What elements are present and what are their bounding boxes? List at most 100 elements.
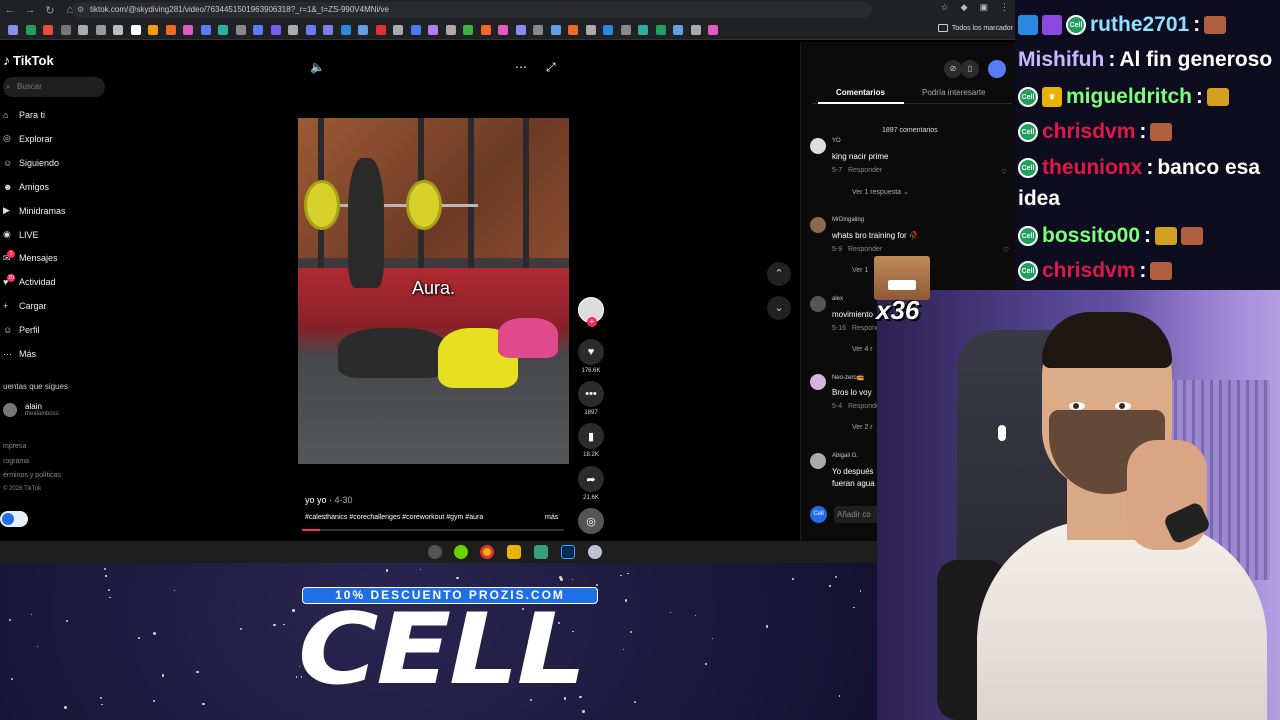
bookmark-favicon-icon[interactable] — [305, 25, 316, 35]
bookmark-favicon-icon[interactable] — [200, 25, 211, 35]
avatar[interactable] — [810, 374, 826, 390]
creator-avatar[interactable]: + — [578, 297, 604, 327]
tab-might-interest[interactable]: Podría interesarte — [922, 88, 986, 97]
video-author[interactable]: yo yo · 4-30 — [305, 495, 353, 505]
follow-plus-icon[interactable]: + — [587, 317, 597, 327]
share-icon[interactable]: ➦ — [578, 466, 604, 492]
avatar[interactable] — [810, 138, 826, 154]
bookmark-favicon-icon[interactable] — [25, 25, 36, 35]
music-disc-icon[interactable]: ◎ — [578, 508, 604, 534]
sidebar-item-minidramas[interactable]: ▶ Minidramas — [3, 202, 66, 220]
search-input[interactable]: ⌕ Buscar — [3, 77, 105, 97]
bookmark-favicon-icon[interactable] — [78, 25, 88, 35]
bookmark-favicon-icon[interactable] — [410, 25, 421, 35]
taskbar-app-icon[interactable] — [534, 545, 548, 559]
sidebar-item-para-ti[interactable]: ⌂ Para ti — [3, 106, 45, 124]
reload-icon[interactable]: ↻ — [40, 0, 60, 20]
taskbar-folder-icon[interactable] — [507, 545, 521, 559]
taskbar-chrome-icon[interactable] — [480, 545, 494, 559]
view-replies-button[interactable]: Ver 1 — [852, 267, 868, 274]
sound-disc[interactable]: ◎ — [578, 508, 604, 534]
bookmark-favicon-icon[interactable] — [673, 25, 683, 35]
video-hashtags[interactable]: #calesthanics #corechallenges #coreworko… — [305, 514, 483, 521]
sidebar-item-amigos[interactable]: ☻ Amigos — [3, 178, 49, 196]
bookmark-favicon-icon[interactable] — [428, 25, 438, 35]
like-action[interactable]: ♥ 176.6K — [578, 339, 604, 374]
bookmark-favicon-icon[interactable] — [95, 25, 106, 35]
extensions-puzzle-icon[interactable]: ▣ — [979, 2, 988, 13]
taskbar-app-icon[interactable] — [454, 545, 468, 559]
heart-icon[interactable]: ♡ — [1001, 168, 1007, 176]
comment-user[interactable]: Abigail G. — [832, 453, 858, 459]
bookmark-favicon-icon[interactable] — [393, 25, 403, 35]
back-icon[interactable]: ← — [0, 0, 20, 20]
sidebar-item-siguiendo[interactable]: ☺ Siguiendo — [3, 154, 59, 172]
extension-icon[interactable]: ◆ — [961, 2, 968, 13]
bookmark-favicon-icon[interactable] — [218, 25, 228, 35]
comment-user[interactable]: Neo-zero📻 — [832, 374, 864, 381]
compass-icon[interactable]: ⊘ — [944, 60, 962, 78]
bookmark-favicon-icon[interactable] — [655, 25, 666, 35]
bookmark-favicon-icon[interactable] — [638, 25, 648, 35]
tiktok-logo[interactable]: ♪ TikTok — [3, 52, 54, 68]
bookmark-favicon-icon[interactable] — [480, 25, 491, 35]
bookmark-favicon-icon[interactable] — [323, 25, 333, 35]
sidebar-item-cargar[interactable]: + Cargar — [3, 297, 47, 315]
comment-user[interactable]: MrDingaling — [832, 217, 864, 223]
sidebar-item-explorar[interactable]: ◎ Explorar — [3, 130, 53, 148]
video-player[interactable]: Aura. — [298, 118, 569, 464]
video-progress-bar[interactable] — [302, 529, 564, 531]
more-link[interactable]: más — [545, 514, 558, 521]
profile-avatar[interactable] — [988, 60, 1006, 78]
bookmark-favicon-icon[interactable] — [183, 25, 193, 35]
heart-icon[interactable]: ♥ — [578, 339, 604, 365]
sidebar-item-perfil[interactable]: ☺ Perfil — [3, 321, 40, 339]
forward-icon[interactable]: → — [20, 0, 40, 20]
share-action[interactable]: ➦ 21.6K — [578, 466, 604, 501]
view-replies-button[interactable]: Ver 4 r — [852, 346, 873, 353]
comment-user[interactable]: alex — [832, 296, 843, 302]
taskbar-app-icon[interactable] — [588, 545, 602, 559]
tab-comments[interactable]: Comentarios — [836, 88, 885, 97]
footer-link-terms[interactable]: érminos y políticas — [3, 472, 61, 479]
bookmark-favicon-icon[interactable] — [130, 25, 141, 35]
bookmark-icon[interactable]: ▮ — [578, 423, 604, 449]
bookmark-favicon-icon[interactable] — [445, 25, 456, 35]
bookmark-favicon-icon[interactable] — [620, 25, 631, 35]
bookmark-favicon-icon[interactable] — [60, 25, 71, 35]
bookmark-favicon-icon[interactable] — [515, 25, 526, 35]
volume-icon[interactable]: 🔈 — [310, 60, 325, 74]
bookmark-favicon-icon[interactable] — [340, 25, 351, 35]
next-video-button[interactable]: ⌄ — [767, 296, 791, 320]
bookmark-favicon-icon[interactable] — [253, 25, 263, 35]
get-app-toggle[interactable] — [0, 511, 28, 527]
bookmark-favicon-icon[interactable] — [463, 25, 473, 35]
bookmark-favicon-icon[interactable] — [708, 25, 718, 35]
avatar[interactable] — [810, 296, 826, 312]
bookmark-favicon-icon[interactable] — [235, 25, 246, 35]
avatar[interactable] — [810, 453, 826, 469]
bookmark-favicon-icon[interactable] — [533, 25, 543, 35]
bookmark-favicon-icon[interactable] — [165, 25, 176, 35]
reply-button[interactable]: Responder — [848, 167, 882, 174]
bookmark-favicon-icon[interactable] — [113, 25, 123, 35]
bookmark-favicon-icon[interactable] — [690, 25, 701, 35]
sidebar-item-live[interactable]: ◉ LIVE — [3, 226, 39, 244]
all-bookmarks-folder[interactable]: Todos los marcador — [937, 24, 1015, 32]
comment-icon[interactable]: ••• — [578, 381, 604, 407]
menu-icon[interactable]: ⋮ — [1000, 2, 1009, 13]
url-field[interactable]: ⚙ tiktok.com/@skydiving281/video/7634451… — [72, 2, 872, 18]
bookmark-favicon-icon[interactable] — [288, 25, 298, 35]
phone-icon[interactable]: ▯ — [961, 60, 979, 78]
bookmark-favicon-icon[interactable] — [43, 25, 53, 35]
comment-user[interactable]: YO — [832, 138, 841, 144]
star-bookmark-icon[interactable]: ☆ — [940, 2, 948, 13]
view-replies-button[interactable]: Ver 2 r — [852, 424, 873, 431]
comment-action[interactable]: ••• 1897 — [578, 381, 604, 416]
following-user[interactable]: alain thealainboss — [3, 402, 59, 417]
bookmark-favicon-icon[interactable] — [148, 25, 158, 35]
previous-video-button[interactable]: ⌃ — [767, 262, 791, 286]
bookmark-favicon-icon[interactable] — [358, 25, 368, 35]
taskbar-obs-icon[interactable] — [428, 545, 442, 559]
footer-link-company[interactable]: mpresa — [3, 443, 26, 450]
